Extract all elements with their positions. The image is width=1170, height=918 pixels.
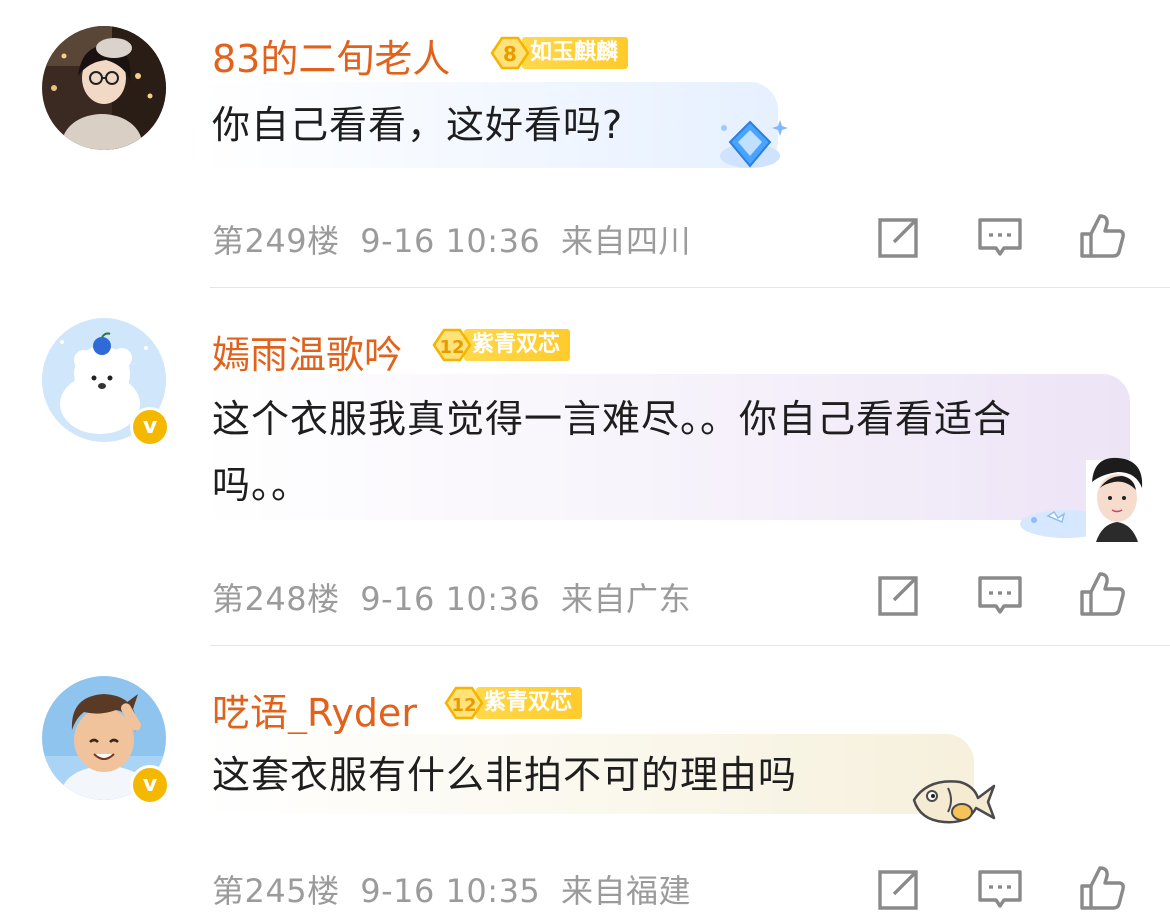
share-icon[interactable] xyxy=(874,214,922,262)
username[interactable]: 嫣雨温歌吟 xyxy=(212,324,402,379)
sticker-character-icon xyxy=(1020,457,1150,542)
comment-time: 9-16 10:36 xyxy=(360,222,541,260)
comment-location: 来自福建 xyxy=(560,872,691,910)
fan-level-icon: 12 xyxy=(432,328,472,362)
floor-number: 第248楼 xyxy=(212,580,340,618)
comment-icon[interactable] xyxy=(976,866,1024,914)
fan-level-number: 8 xyxy=(503,42,517,66)
thumbs-up-icon[interactable] xyxy=(1078,570,1126,618)
verified-badge-icon: v xyxy=(130,765,170,805)
floor-number: 第245楼 xyxy=(212,872,340,910)
share-icon[interactable] xyxy=(874,866,922,914)
fan-level-icon: 8 xyxy=(490,36,530,70)
username[interactable]: 呓语_Ryder xyxy=(212,682,417,737)
fan-badge[interactable]: 12 紫青双芯 xyxy=(430,328,571,362)
fan-title: 如玉麒麟 xyxy=(522,37,629,69)
comment-text[interactable]: 你自己看看，这好看吗? xyxy=(212,92,772,158)
comment-text[interactable]: 这套衣服有什么非拍不可的理由吗 xyxy=(212,742,932,808)
fish-sticker-icon xyxy=(912,780,996,824)
comment-meta: 第248楼 9-16 10:36 来自广东 xyxy=(212,574,691,620)
fan-level-icon: 12 xyxy=(444,686,484,720)
fan-badge[interactable]: 8 如玉麒麟 xyxy=(488,36,629,70)
fan-level-number: 12 xyxy=(439,337,464,358)
verified-badge-icon: v xyxy=(130,407,170,447)
comment-meta: 第245楼 9-16 10:35 来自福建 xyxy=(212,866,691,912)
fan-badge[interactable]: 12 紫青双芯 xyxy=(442,686,583,720)
fan-title: 紫青双芯 xyxy=(464,329,571,361)
share-icon[interactable] xyxy=(874,572,922,620)
comment-item: v 嫣雨温歌吟 12 紫青双芯 这个衣服我真觉得一言难尽。。你自己看看适合吗。。… xyxy=(0,288,1170,646)
comment-location: 来自广东 xyxy=(560,580,691,618)
avatar[interactable] xyxy=(42,26,166,150)
comment-text[interactable]: 这个衣服我真觉得一言难尽。。你自己看看适合吗。。 xyxy=(212,386,1102,518)
fan-title: 紫青双芯 xyxy=(476,687,583,719)
floor-number: 第249楼 xyxy=(212,222,340,260)
thumbs-up-icon[interactable] xyxy=(1078,212,1126,260)
comment-icon[interactable] xyxy=(976,214,1024,262)
fan-level-number: 12 xyxy=(451,695,476,716)
comment-item: v 呓语_Ryder 12 紫青双芯 这套衣服有什么非拍不可的理由吗 第245楼… xyxy=(0,646,1170,918)
comment-time: 9-16 10:35 xyxy=(360,872,541,910)
comment-item: 83的二旬老人 8 如玉麒麟 你自己看看，这好看吗? 第249楼 9-16 10… xyxy=(0,0,1170,288)
comment-location: 来自四川 xyxy=(560,222,691,260)
thumbs-up-icon[interactable] xyxy=(1078,864,1126,912)
diamond-sticker-icon xyxy=(720,120,788,168)
comment-meta: 第249楼 9-16 10:36 来自四川 xyxy=(212,216,691,262)
comment-icon[interactable] xyxy=(976,572,1024,620)
username[interactable]: 83的二旬老人 xyxy=(212,28,450,83)
comment-time: 9-16 10:36 xyxy=(360,580,541,618)
